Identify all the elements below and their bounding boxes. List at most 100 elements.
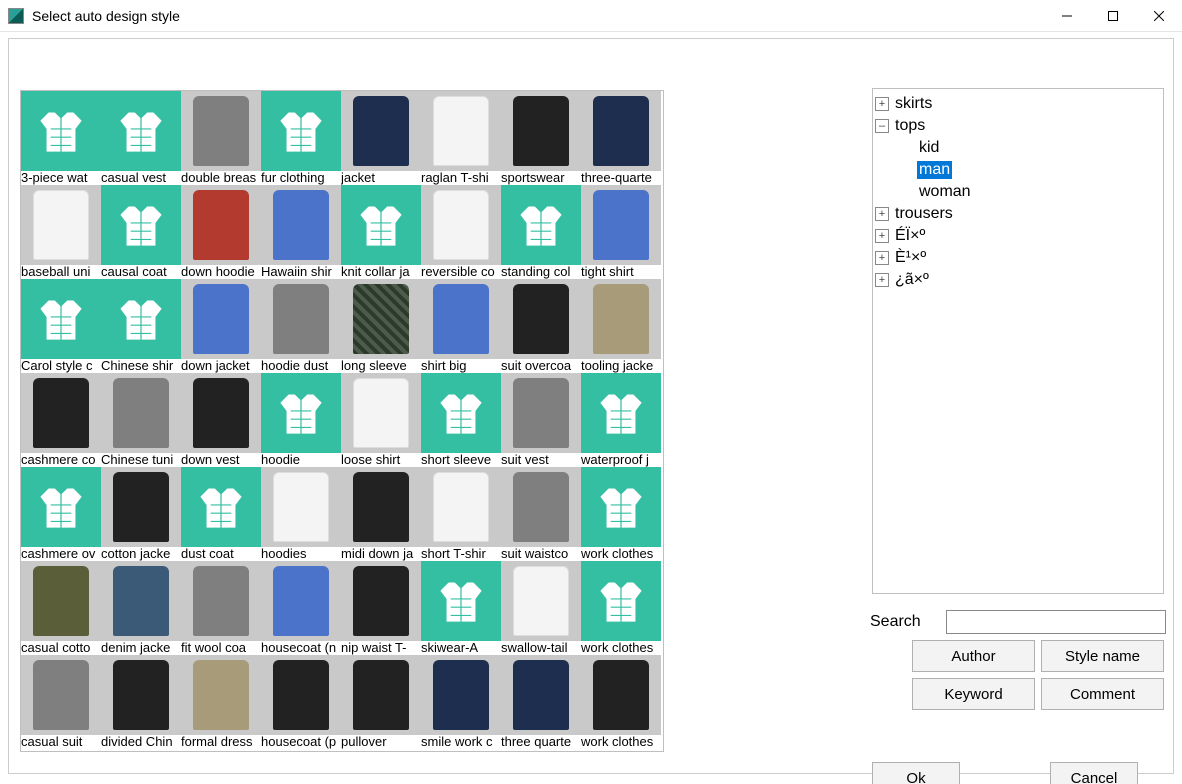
tree-label[interactable]: man (917, 161, 952, 179)
style-cell[interactable]: three-quarte (581, 91, 661, 185)
minimize-button[interactable] (1044, 0, 1090, 32)
style-cell[interactable]: tight shirt (581, 185, 661, 279)
tree-node[interactable]: woman (893, 181, 1161, 203)
style-cell[interactable]: shirt big (421, 279, 501, 373)
tree-label[interactable]: È¹×º (893, 249, 928, 267)
close-button[interactable] (1136, 0, 1182, 32)
style-cell[interactable]: raglan T-shi (421, 91, 501, 185)
style-cell[interactable]: Chinese shir (101, 279, 181, 373)
style-cell[interactable]: fur clothing (261, 91, 341, 185)
style-cell[interactable]: Chinese tuni (101, 373, 181, 467)
style-cell[interactable]: skiwear-A (421, 561, 501, 655)
style-cell[interactable]: casual vest (101, 91, 181, 185)
style-cell[interactable]: dust coat (181, 467, 261, 561)
style-cell[interactable]: tooling jacke (581, 279, 661, 373)
style-cell[interactable]: hoodie dust (261, 279, 341, 373)
style-cell[interactable]: casual cotto (21, 561, 101, 655)
style-cell[interactable]: knit collar ja (341, 185, 421, 279)
tree-node[interactable]: + skirts (875, 93, 1161, 115)
style-cell[interactable]: causal coat (101, 185, 181, 279)
style-cell[interactable]: hoodie (261, 373, 341, 467)
style-cell[interactable]: reversible co (421, 185, 501, 279)
tree-node[interactable]: + ÉÏ×º (875, 225, 1161, 247)
style-cell[interactable]: housecoat (n (261, 561, 341, 655)
category-tree[interactable]: +skirts–topskidmanwoman+trousers+ÉÏ×º+È¹… (872, 88, 1164, 594)
tree-label[interactable]: kid (917, 139, 941, 157)
tree-node[interactable]: –tops (875, 115, 1161, 137)
keyword-button[interactable]: Keyword (912, 678, 1035, 710)
style-cell[interactable]: suit waistco (501, 467, 581, 561)
tree-label[interactable]: tops (893, 117, 927, 135)
style-label: denim jacke (101, 641, 181, 655)
style-cell[interactable]: short sleeve (421, 373, 501, 467)
style-label: reversible co (421, 265, 501, 279)
style-cell[interactable]: double breas (181, 91, 261, 185)
style-cell[interactable]: work clothes (581, 561, 661, 655)
maximize-button[interactable] (1090, 0, 1136, 32)
style-cell[interactable]: nip waist T- (341, 561, 421, 655)
style-cell[interactable]: smile work c (421, 655, 501, 749)
tree-label[interactable]: ÉÏ×º (893, 227, 927, 245)
style-grid[interactable]: 3-piece watcasual vestdouble breasfur cl… (20, 90, 664, 752)
window-title: Select auto design style (32, 8, 180, 24)
style-cell[interactable]: Carol style c (21, 279, 101, 373)
style-cell[interactable]: pullover (341, 655, 421, 749)
style-cell[interactable]: sportswear (501, 91, 581, 185)
style-cell[interactable]: short T-shir (421, 467, 501, 561)
style-cell[interactable]: down jacket (181, 279, 261, 373)
style-cell[interactable]: casual suit (21, 655, 101, 749)
style-cell[interactable]: work clothes (581, 467, 661, 561)
style-name-button[interactable]: Style name (1041, 640, 1164, 672)
style-cell[interactable]: jacket (341, 91, 421, 185)
tree-node[interactable]: man (893, 159, 1161, 181)
style-cell[interactable]: three quarte (501, 655, 581, 749)
tree-node[interactable]: + ¿ã×º (875, 269, 1161, 291)
shirt-icon (21, 279, 101, 359)
expand-icon[interactable]: + (875, 97, 889, 111)
ok-button[interactable]: Ok (872, 762, 960, 784)
comment-button[interactable]: Comment (1041, 678, 1164, 710)
tree-node[interactable]: kid (893, 137, 1161, 159)
style-cell[interactable]: standing col (501, 185, 581, 279)
style-thumbnail (101, 467, 181, 547)
style-cell[interactable]: cotton jacke (101, 467, 181, 561)
style-cell[interactable]: waterproof j (581, 373, 661, 467)
style-cell[interactable]: housecoat (p (261, 655, 341, 749)
cancel-button[interactable]: Cancel (1050, 762, 1138, 784)
search-input[interactable] (946, 610, 1166, 634)
style-cell[interactable]: midi down ja (341, 467, 421, 561)
style-label: down hoodie (181, 265, 261, 279)
style-cell[interactable]: down vest (181, 373, 261, 467)
tree-leaf-icon (899, 163, 913, 177)
tree-label[interactable]: trousers (893, 205, 955, 223)
expand-icon[interactable]: + (875, 207, 889, 221)
style-cell[interactable]: swallow-tail (501, 561, 581, 655)
style-cell[interactable]: 3-piece wat (21, 91, 101, 185)
style-cell[interactable]: suit overcoa (501, 279, 581, 373)
style-cell[interactable]: loose shirt (341, 373, 421, 467)
style-cell[interactable]: work clothes (581, 655, 661, 749)
style-cell[interactable]: fit wool coa (181, 561, 261, 655)
style-cell[interactable]: formal dress (181, 655, 261, 749)
collapse-icon[interactable]: – (875, 119, 889, 133)
style-cell[interactable]: suit vest (501, 373, 581, 467)
style-thumbnail (501, 467, 581, 547)
tree-label[interactable]: woman (917, 183, 973, 201)
style-cell[interactable]: long sleeve (341, 279, 421, 373)
tree-node[interactable]: + trousers (875, 203, 1161, 225)
style-cell[interactable]: cashmere co (21, 373, 101, 467)
style-cell[interactable]: denim jacke (101, 561, 181, 655)
tree-label[interactable]: ¿ã×º (893, 271, 931, 289)
style-cell[interactable]: hoodies (261, 467, 341, 561)
style-cell[interactable]: cashmere ov (21, 467, 101, 561)
style-cell[interactable]: baseball uni (21, 185, 101, 279)
style-cell[interactable]: Hawaiin shir (261, 185, 341, 279)
style-cell[interactable]: down hoodie (181, 185, 261, 279)
author-button[interactable]: Author (912, 640, 1035, 672)
tree-node[interactable]: + È¹×º (875, 247, 1161, 269)
style-cell[interactable]: divided Chin (101, 655, 181, 749)
expand-icon[interactable]: + (875, 273, 889, 287)
expand-icon[interactable]: + (875, 229, 889, 243)
tree-label[interactable]: skirts (893, 95, 934, 113)
expand-icon[interactable]: + (875, 251, 889, 265)
